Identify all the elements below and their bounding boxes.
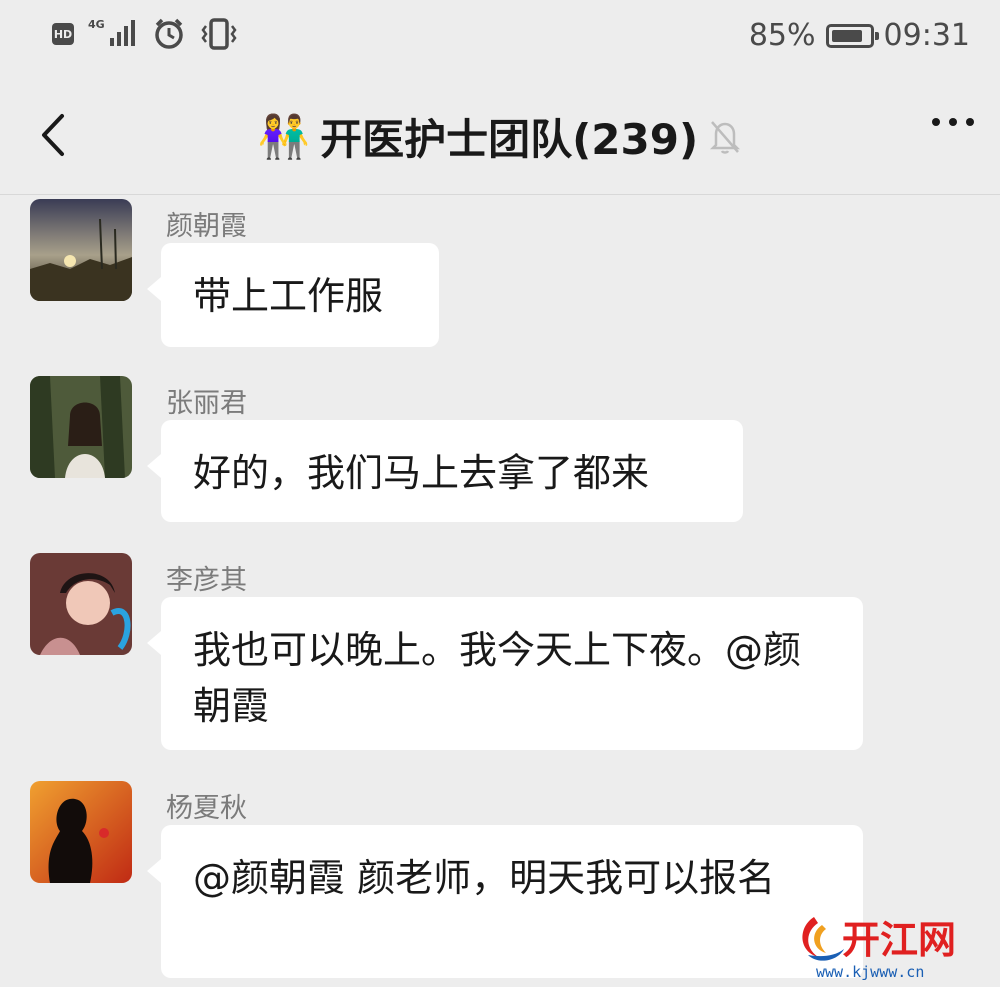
watermark-url: www.kjwww.cn	[816, 963, 924, 981]
message-bubble[interactable]: 好的，我们马上去拿了都来	[147, 420, 743, 522]
clock: 09:31	[883, 18, 970, 53]
status-bar: HD 4G 85% 09:31	[0, 0, 1000, 78]
battery-percent: 85%	[748, 18, 816, 53]
bell-off-icon	[710, 120, 741, 154]
chat-title-wrap: 👫 开医护士团队(239)	[0, 106, 1000, 167]
sender-name: 颜朝霞	[166, 211, 247, 242]
message-bubble[interactable]: 带上工作服	[147, 243, 439, 347]
battery-fill	[831, 29, 863, 42]
status-left: HD 4G	[52, 16, 238, 52]
site-logo: 开江网 www.kjwww.cn	[802, 917, 956, 981]
avatar[interactable]	[30, 376, 132, 478]
avatar[interactable]	[30, 781, 132, 883]
sender-name: 李彦其	[166, 565, 247, 596]
status-right: 85% 09:31	[749, 18, 970, 53]
avatar[interactable]	[30, 199, 132, 301]
network-type-label: 4G	[88, 18, 105, 31]
chat-header: 👫 开医护士团队(239)	[0, 78, 1000, 195]
alarm-icon	[155, 18, 183, 49]
message-bubble[interactable]: @颜朝霞 颜老师，明天我可以报名	[147, 825, 863, 978]
chat-title[interactable]: 开医护士团队(239)	[320, 106, 698, 167]
battery-icon	[825, 23, 879, 48]
avatar[interactable]	[30, 553, 132, 655]
site-watermark: 开江网 www.kjwww.cn	[794, 903, 994, 983]
vibrate-icon	[201, 18, 237, 50]
sender-name: 张丽君	[166, 388, 247, 419]
sender-name: 杨夏秋	[166, 793, 247, 824]
signal-icon: 4G	[88, 16, 138, 52]
hd-icon: HD	[52, 23, 74, 45]
more-dots-icon[interactable]	[932, 118, 974, 126]
message-bubble[interactable]: 我也可以晚上。我今天上下夜。@颜朝霞	[147, 597, 863, 750]
group-emoji-icon: 👫	[257, 111, 311, 161]
watermark-logo-text: 开江网	[842, 917, 956, 962]
